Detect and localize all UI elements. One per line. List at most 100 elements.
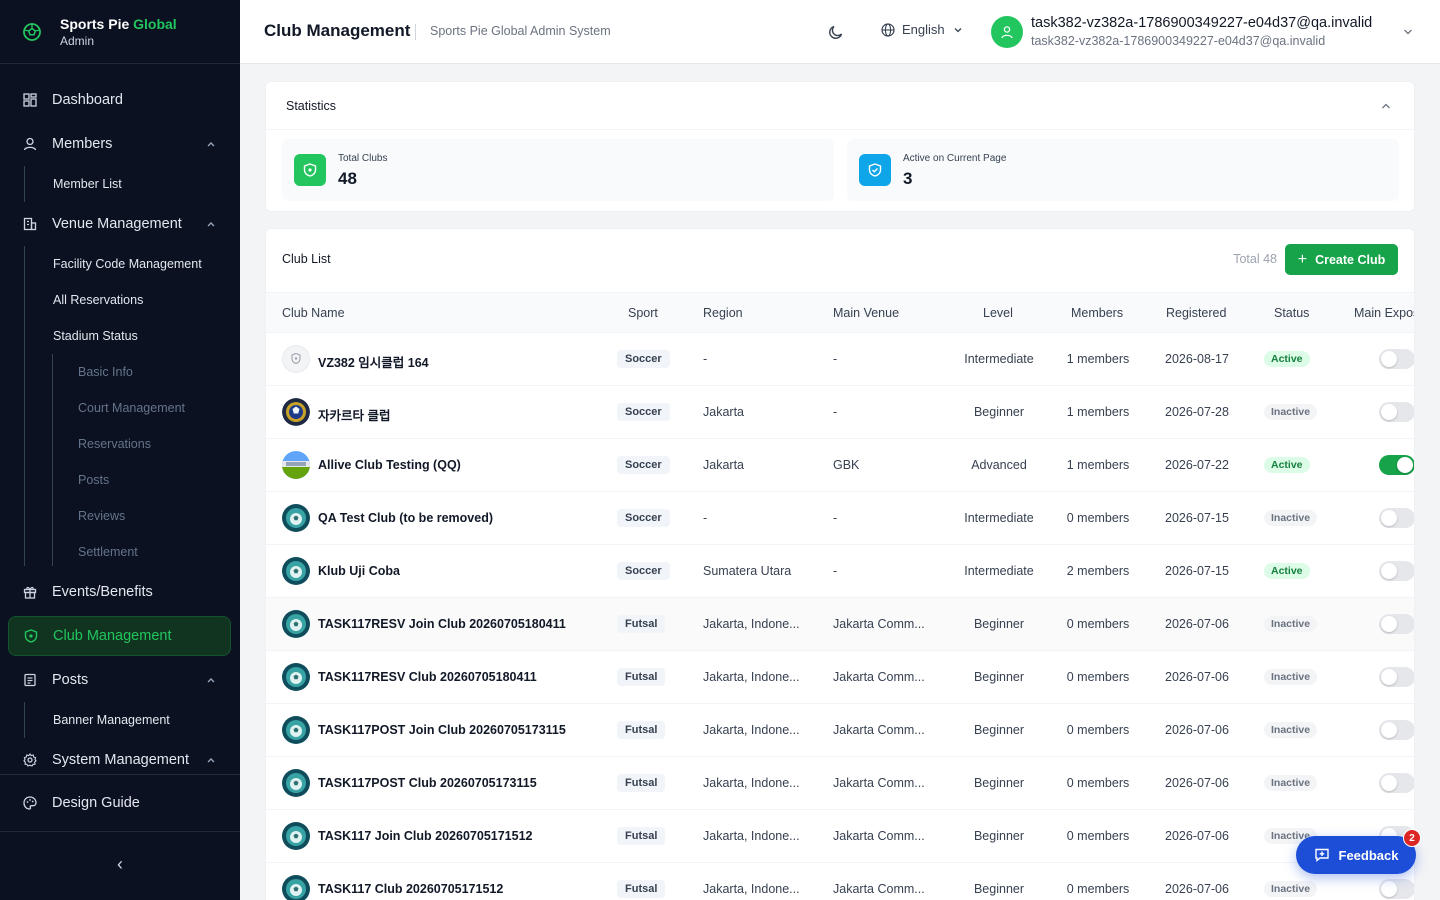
page-subtitle: Sports Pie Global Admin System xyxy=(430,24,611,38)
shield-icon xyxy=(23,628,39,644)
main-exposure-toggle[interactable] xyxy=(1379,667,1414,687)
club-name[interactable]: TASK117POST Club 20260705173115 xyxy=(318,776,537,790)
statistics-title: Statistics xyxy=(266,82,1414,130)
tree-line xyxy=(24,246,25,566)
main-exposure-toggle[interactable] xyxy=(1379,349,1414,369)
sidebar-item-all-reservations[interactable]: All Reservations xyxy=(53,282,143,318)
sidebar-item-posts-sub[interactable]: Posts xyxy=(78,462,109,498)
table-row[interactable]: TASK117 Club 20260705171512 Futsal Jakarta… xyxy=(266,862,1414,900)
status-badge: Active xyxy=(1264,351,1310,367)
table-row[interactable]: 자카르타 클럽 Soccer Jakarta - Beginner 1 members 20… xyxy=(266,385,1414,438)
club-name[interactable]: TASK117RESV Club 20260705180411 xyxy=(318,670,537,684)
table-row[interactable]: TASK117POST Club 20260705173115 Futsal Jak… xyxy=(266,756,1414,809)
table-header: Club Name Sport Region Main Venue Level … xyxy=(266,292,1414,332)
sidebar-item-venue-management[interactable]: Venue Management xyxy=(8,204,231,244)
chevron-up-icon xyxy=(207,142,215,147)
column-club-name[interactable]: Club Name xyxy=(282,306,345,320)
status-badge: Active xyxy=(1264,457,1310,473)
column-sport[interactable]: Sport xyxy=(628,306,658,320)
column-main-exposure[interactable]: Main Expos xyxy=(1354,306,1414,320)
status-badge: Inactive xyxy=(1264,775,1318,791)
registered-cell: 2026-07-06 xyxy=(1165,723,1229,737)
table-row[interactable]: QA Test Club (to be removed) Soccer - - Inte… xyxy=(266,491,1414,544)
sidebar-item-club-management[interactable]: Club Management xyxy=(8,616,231,656)
tree-line xyxy=(24,166,25,202)
club-name[interactable]: TASK117POST Join Club 20260705173115 xyxy=(318,723,566,737)
club-avatar xyxy=(282,557,310,585)
chevron-up-icon[interactable] xyxy=(1380,100,1392,112)
column-registered[interactable]: Registered xyxy=(1166,306,1226,320)
table-row[interactable]: TASK117 Join Club 20260705171512 Futsal Ja… xyxy=(266,809,1414,862)
sidebar-item-reservations[interactable]: Reservations xyxy=(78,426,151,462)
create-club-button[interactable]: + Create Club xyxy=(1285,244,1398,275)
brand[interactable]: Sports Pie Global Admin xyxy=(0,0,240,64)
sidebar-item-court-management[interactable]: Court Management xyxy=(78,390,185,426)
region-cell: Jakarta, Indone... xyxy=(703,670,800,684)
sidebar-item-facility-code[interactable]: Facility Code Management xyxy=(53,246,202,282)
region-cell: Jakarta xyxy=(703,458,744,472)
members-cell: 0 members xyxy=(1066,723,1130,737)
avatar[interactable] xyxy=(991,16,1023,48)
level-cell: Beginner xyxy=(973,882,1025,896)
main-exposure-toggle[interactable] xyxy=(1379,879,1414,899)
table-row[interactable]: Allive Club Testing (QQ) Soccer Jakarta GBK… xyxy=(266,438,1414,491)
club-name[interactable]: VZ382 임시클럽 164 xyxy=(318,352,429,371)
table-row[interactable]: TASK117RESV Club 20260705180411 Futsal Jak… xyxy=(266,650,1414,703)
sidebar-item-design-guide[interactable]: Design Guide xyxy=(8,783,231,823)
sidebar-item-settlement[interactable]: Settlement xyxy=(78,534,138,570)
language-label: English xyxy=(902,22,945,37)
main-exposure-toggle[interactable] xyxy=(1379,455,1414,475)
language-selector[interactable]: English xyxy=(881,22,970,37)
venue-cell: Jakarta Comm... xyxy=(833,776,925,790)
main-exposure-toggle[interactable] xyxy=(1379,561,1414,581)
sidebar-item-banner-management[interactable]: Banner Management xyxy=(53,702,170,738)
club-name[interactable]: TASK117RESV Join Club 20260705180411 xyxy=(318,617,566,631)
club-avatar xyxy=(282,345,310,373)
user-name[interactable]: task382-vz382a-1786900349227-e04d37@qa.i… xyxy=(1031,15,1372,31)
sidebar-item-stadium-status[interactable]: Stadium Status xyxy=(53,318,138,354)
column-level[interactable]: Level xyxy=(983,306,1013,320)
club-name[interactable]: TASK117 Club 20260705171512 xyxy=(318,882,503,896)
table-row[interactable]: TASK117POST Join Club 20260705173115 Futs… xyxy=(266,703,1414,756)
region-cell: Jakarta, Indone... xyxy=(703,723,800,737)
main-exposure-toggle[interactable] xyxy=(1379,614,1414,634)
table-row[interactable]: TASK117RESV Join Club 20260705180411 Futs… xyxy=(266,597,1414,650)
registered-cell: 2026-07-22 xyxy=(1165,458,1229,472)
main-exposure-toggle[interactable] xyxy=(1379,773,1414,793)
club-name[interactable]: 자카르타 클럽 xyxy=(318,405,390,424)
column-status[interactable]: Status xyxy=(1274,306,1309,320)
sidebar-item-events-benefits[interactable]: Events/Benefits xyxy=(8,572,231,612)
club-name[interactable]: Allive Club Testing (QQ) xyxy=(318,458,461,472)
main-exposure-toggle[interactable] xyxy=(1379,402,1414,422)
moon-icon[interactable] xyxy=(828,24,844,40)
table-row[interactable]: Klub Uji Coba Soccer Sumatera Utara - Interm… xyxy=(266,544,1414,597)
column-members[interactable]: Members xyxy=(1071,306,1123,320)
club-list-title: Club List xyxy=(282,252,331,266)
members-cell: 0 members xyxy=(1066,617,1130,631)
main-exposure-toggle[interactable] xyxy=(1379,720,1414,740)
feedback-button[interactable]: Feedback xyxy=(1296,836,1416,874)
column-region[interactable]: Region xyxy=(703,306,743,320)
grid-icon xyxy=(22,92,38,108)
sidebar-item-basic-info[interactable]: Basic Info xyxy=(78,354,133,390)
registered-cell: 2026-07-06 xyxy=(1165,776,1229,790)
toggle-knob xyxy=(1381,616,1397,632)
main-exposure-toggle[interactable] xyxy=(1379,508,1414,528)
club-name[interactable]: TASK117 Join Club 20260705171512 xyxy=(318,829,532,843)
ball-icon xyxy=(23,22,41,41)
column-main-venue[interactable]: Main Venue xyxy=(833,306,899,320)
table-row[interactable]: VZ382 임시클럽 164 Soccer - - Intermediate 1 memb… xyxy=(266,332,1414,385)
club-name[interactable]: Klub Uji Coba xyxy=(318,564,400,578)
club-avatar xyxy=(282,769,310,797)
club-name[interactable]: QA Test Club (to be removed) xyxy=(318,511,493,525)
chevron-down-icon[interactable] xyxy=(1402,26,1414,38)
sidebar-item-posts[interactable]: Posts xyxy=(8,660,231,700)
sidebar-item-dashboard[interactable]: Dashboard xyxy=(8,80,231,120)
level-cell: Beginner xyxy=(973,829,1025,843)
level-cell: Advanced xyxy=(971,458,1027,472)
sidebar-item-member-list[interactable]: Member List xyxy=(53,166,122,202)
sidebar-collapse-button[interactable]: ‹ xyxy=(112,852,128,876)
sidebar-item-reviews[interactable]: Reviews xyxy=(78,498,125,534)
sidebar-item-members[interactable]: Members xyxy=(8,124,231,164)
venue-cell: Jakarta Comm... xyxy=(833,670,925,684)
